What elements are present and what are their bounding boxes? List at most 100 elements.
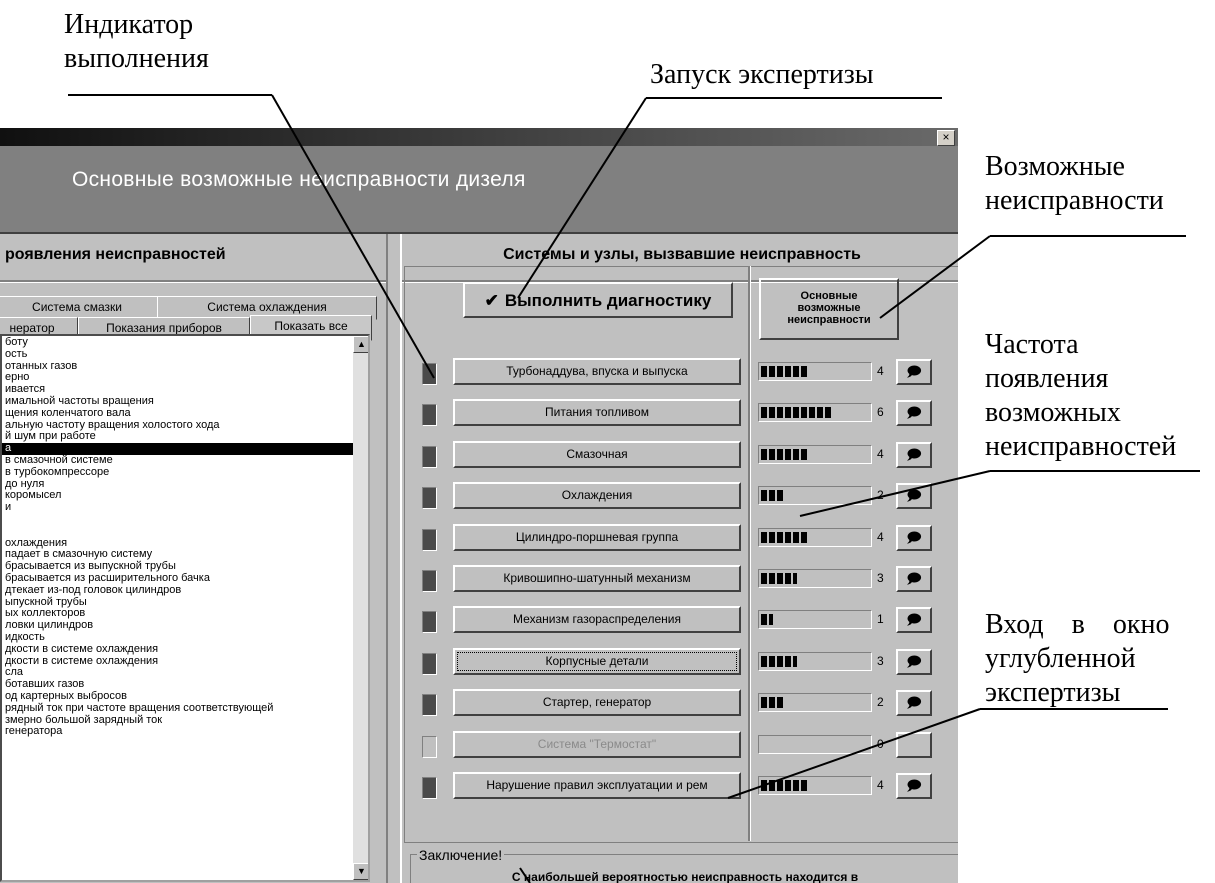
deep-expertise-button[interactable]: 🗩 bbox=[896, 607, 932, 634]
frequency-bar bbox=[758, 610, 872, 630]
speech-bubble-icon: 🗩 bbox=[906, 363, 922, 379]
list-item[interactable]: отанных газов bbox=[2, 360, 368, 373]
list-item[interactable]: щения коленчатого вала bbox=[2, 407, 368, 420]
speech-bubble-icon: 🗩 bbox=[906, 694, 922, 711]
close-button[interactable]: × bbox=[937, 130, 955, 146]
system-row: Кривошипно-шатунный механизм 3 🗩 bbox=[402, 565, 958, 595]
annotation-underline-frequency bbox=[990, 470, 1200, 472]
scroll-down-button[interactable]: ▼ bbox=[353, 863, 368, 880]
annotation-underline-start bbox=[646, 97, 942, 99]
frequency-bar bbox=[758, 486, 872, 506]
scroll-up-button[interactable]: ▲ bbox=[353, 336, 368, 353]
deep-expertise-button[interactable]: 🗩 bbox=[896, 359, 932, 385]
frequency-count: 1 bbox=[877, 612, 884, 627]
speech-bubble-icon: 🗩 bbox=[906, 777, 922, 793]
system-button[interactable]: Система "Термостат" bbox=[453, 730, 741, 758]
conclusion-box: Заключение! С наибольшей вероятностью не… bbox=[410, 847, 958, 883]
deep-expertise-button[interactable]: 🗩 bbox=[896, 690, 932, 717]
systems-panel: Системы и узлы, вызвавшие неисправность … bbox=[400, 234, 958, 883]
deep-expertise-button[interactable]: 🗩 bbox=[896, 441, 932, 468]
annotation-fault-frequency: Частота появления возможных неисправност… bbox=[985, 329, 1177, 462]
list-item[interactable]: од картерных выбросов bbox=[2, 690, 368, 703]
system-row: Смазочная 4 🗩 bbox=[402, 440, 958, 471]
list-item[interactable]: ловки цилиндров bbox=[2, 619, 368, 632]
system-row: Нарушение правил эксплуатации и рем 4 🗩 bbox=[402, 772, 958, 802]
systems-heading: Системы и узлы, вызвавшие неисправность bbox=[503, 246, 861, 263]
deep-expertise-button[interactable]: 🗩 bbox=[896, 773, 932, 799]
progress-indicator bbox=[422, 652, 437, 675]
frequency-count: 4 bbox=[877, 446, 884, 461]
system-button[interactable]: Охлаждения bbox=[453, 482, 741, 510]
frequency-count: 3 bbox=[877, 653, 884, 668]
progress-indicator bbox=[422, 404, 437, 427]
system-button[interactable]: Питания топливом bbox=[453, 399, 741, 427]
run-diagnostics-button[interactable]: ✔ Выполнить диагностику bbox=[463, 282, 733, 318]
progress-indicator bbox=[422, 570, 437, 592]
symptom-list-items: боту ость отанных газов ерно ивается имальной… bbox=[2, 336, 368, 738]
annotation-deep-expertise-1: Вход в окно bbox=[985, 609, 1170, 640]
list-item[interactable] bbox=[2, 526, 368, 538]
frequency-bar bbox=[758, 527, 872, 547]
list-item[interactable] bbox=[2, 514, 368, 526]
list-item[interactable]: и bbox=[2, 501, 368, 514]
system-button[interactable]: Корпусные детали bbox=[453, 647, 741, 675]
deep-expertise-button[interactable]: 🗩 bbox=[896, 400, 932, 427]
annotation-underline-deep bbox=[980, 708, 1168, 710]
deep-expertise-button[interactable] bbox=[896, 731, 932, 758]
frequency-count: 4 bbox=[877, 364, 884, 378]
frequency-bar-fill bbox=[761, 697, 785, 709]
list-item[interactable]: брасывается из расширительного бачка bbox=[2, 572, 368, 585]
frequency-bar bbox=[758, 734, 872, 754]
list-item[interactable]: дтекает из-под головок цилиндров bbox=[2, 584, 368, 597]
deep-expertise-button[interactable]: 🗩 bbox=[896, 566, 932, 592]
deep-expertise-button[interactable]: 🗩 bbox=[896, 648, 932, 675]
list-item[interactable]: рядный ток при частоте вращения соответс… bbox=[2, 702, 368, 715]
frequency-bar bbox=[758, 362, 872, 381]
conclusion-text: С наибольшей вероятностью неисправность … bbox=[511, 870, 859, 883]
list-item[interactable]: дкости в системе охлаждения bbox=[2, 655, 368, 668]
list-item[interactable]: в смазочной системе bbox=[2, 454, 368, 467]
frequency-bar bbox=[758, 776, 872, 795]
frequency-bar-fill bbox=[761, 366, 809, 377]
system-button[interactable]: Цилиндро-поршневая группа bbox=[453, 523, 741, 551]
deep-expertise-button[interactable]: 🗩 bbox=[896, 524, 932, 551]
list-item[interactable]: дкости в системе охлаждения bbox=[2, 643, 368, 656]
progress-indicator bbox=[422, 611, 437, 634]
list-item[interactable]: в турбокомпрессоре bbox=[2, 466, 368, 479]
list-item[interactable]: имальной частоты вращения bbox=[2, 395, 368, 408]
list-item[interactable]: генератора bbox=[2, 725, 368, 738]
list-scrollbar[interactable]: ▲ ▼ bbox=[353, 336, 368, 880]
system-button[interactable]: Механизм газораспределения bbox=[453, 606, 741, 634]
list-item[interactable]: коромысел bbox=[2, 490, 368, 502]
list-item[interactable]: идкость bbox=[2, 631, 368, 644]
annotation-underline-progress bbox=[68, 94, 272, 96]
frequency-bar-fill bbox=[761, 531, 809, 543]
diagnostic-window: × Основные возможные неисправности дизел… bbox=[0, 128, 958, 883]
header-band: Основные возможные неисправности дизеля bbox=[0, 146, 958, 234]
conclusion-label: Заключение! bbox=[417, 847, 505, 863]
list-item[interactable]: боту bbox=[2, 336, 368, 349]
system-button[interactable]: Нарушение правил эксплуатации и рем bbox=[453, 772, 741, 799]
list-item[interactable]: й шум при работе bbox=[2, 431, 368, 443]
list-item[interactable]: ерно bbox=[2, 372, 368, 384]
system-button[interactable]: Смазочная bbox=[453, 440, 741, 468]
checkmark-icon: ✔ bbox=[484, 291, 499, 310]
speech-bubble-icon: 🗩 bbox=[906, 404, 922, 421]
annotation-start-expertise: Запуск экспертизы bbox=[650, 59, 874, 90]
list-item[interactable]: ость bbox=[2, 348, 368, 361]
frequency-bar-fill bbox=[761, 655, 797, 667]
progress-indicator bbox=[422, 363, 437, 385]
system-button[interactable]: Турбонаддува, впуска и выпуска bbox=[453, 358, 741, 385]
system-button[interactable]: Кривошипно-шатунный механизм bbox=[453, 565, 741, 592]
progress-indicator bbox=[422, 694, 437, 717]
symptom-list[interactable]: боту ость отанных газов ерно ивается имальной… bbox=[0, 334, 370, 882]
frequency-count: 0 bbox=[877, 736, 884, 751]
frequency-count: 4 bbox=[877, 529, 884, 544]
deep-expertise-button[interactable]: 🗩 bbox=[896, 483, 932, 510]
system-button[interactable]: Стартер, генератор bbox=[453, 689, 741, 717]
progress-indicator bbox=[422, 735, 437, 758]
speech-bubble-icon: 🗩 bbox=[906, 611, 922, 628]
frequency-bar-fill bbox=[761, 448, 809, 460]
page-title: Основные возможные неисправности дизеля bbox=[72, 168, 526, 191]
frequency-count: 2 bbox=[877, 488, 884, 503]
